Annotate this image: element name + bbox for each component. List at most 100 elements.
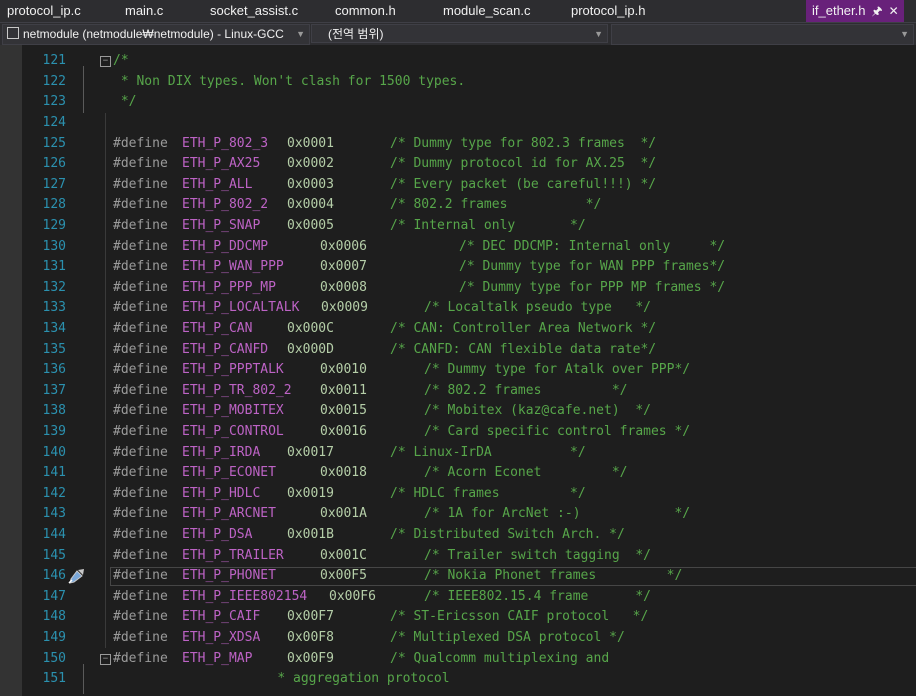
define-keyword: #define [113, 217, 168, 233]
line-number: 123 [42, 94, 66, 110]
code-line[interactable]: 148 #define ETH_P_CAIF 0x00F7 /* ST-Ericsson… [22, 607, 916, 628]
code-line[interactable]: 147 #define ETH_P_IEEE802154 0x00F6 /* IEEE8… [22, 587, 916, 608]
macro-value: 0x0018 [320, 465, 367, 481]
macro-name: ETH_P_PPP_MP [182, 279, 276, 295]
quick-actions-brush-icon[interactable] [66, 568, 86, 584]
macro-value: 0x0003 [287, 176, 334, 192]
code-line[interactable]: 133 #define ETH_P_LOCALTALK 0x0009 /* Localt… [22, 298, 916, 319]
code-line[interactable]: 132 #define ETH_P_PPP_MP 0x0008 /* Dummy typ… [22, 278, 916, 299]
fold-guide [83, 663, 84, 695]
tab-module-scan-c[interactable]: module_scan.c [443, 0, 530, 22]
define-keyword: #define [113, 279, 168, 295]
macro-name: ETH_P_WAN_PPP [182, 259, 284, 275]
code-line[interactable]: 134 #define ETH_P_CAN 0x000C /* CAN: Control… [22, 319, 916, 340]
navigation-bar: netmodule (netmodule₩netmodule) - Linux-… [0, 22, 916, 46]
tab-main-c[interactable]: main.c [125, 0, 163, 22]
comment-text: /* Acorn Econet */ [424, 465, 628, 481]
pin-icon[interactable]: 🖈 [872, 0, 883, 22]
line-number: 144 [42, 526, 66, 542]
code-line[interactable]: 140 #define ETH_P_IRDA 0x0017 /* Linux-IrDA … [22, 443, 916, 464]
code-line[interactable]: 151 * aggregation protocol [22, 669, 916, 690]
macro-name: ETH_P_SNAP [182, 217, 261, 233]
code-line[interactable]: 146 #define ETH_P_PHONET 0x00F5 /* Nokia Pho… [22, 566, 916, 587]
line-number: 143 [42, 506, 66, 522]
tab-protocol-ip-c[interactable]: protocol_ip.c [7, 0, 81, 22]
define-keyword: #define [113, 568, 168, 584]
code-line[interactable]: 137 #define ETH_P_TR_802_2 0x0011 /* 802.2 f… [22, 381, 916, 402]
comment-text: /* Mobitex (kaz@cafe.net) */ [424, 403, 651, 419]
line-number: 134 [42, 320, 66, 336]
code-line[interactable]: 136 #define ETH_P_PPPTALK 0x0010 /* Dummy ty… [22, 360, 916, 381]
close-icon[interactable]: ✕ [889, 0, 899, 22]
macro-name: ETH_P_TR_802_2 [182, 382, 292, 398]
comment-text: /* [113, 53, 129, 69]
macro-name: ETH_P_CAIF [182, 609, 261, 625]
comment-text: /* 1A for ArcNet :-) */ [424, 506, 691, 522]
tab-socket-assist-c[interactable]: socket_assist.c [210, 0, 298, 22]
line-number: 137 [42, 382, 66, 398]
member-dropdown[interactable]: ▼ [611, 24, 914, 45]
code-line[interactable]: 129 #define ETH_P_SNAP 0x0005 /* Internal on… [22, 216, 916, 237]
code-line[interactable]: 143 #define ETH_P_ARCNET 0x001A /* 1A for Ar… [22, 504, 916, 525]
code-line[interactable]: 126 #define ETH_P_AX25 0x0002 /* Dummy proto… [22, 154, 916, 175]
code-line[interactable]: 135 #define ETH_P_CANFD 0x000D /* CANFD: CAN… [22, 340, 916, 361]
scope-dropdown[interactable]: (전역 범위) ▼ [311, 24, 608, 43]
comment-text: /* CANFD: CAN flexible data rate*/ [390, 341, 657, 357]
code-line[interactable]: 122 * Non DIX types. Won't clash for 150… [22, 72, 916, 93]
line-number: 141 [42, 465, 66, 481]
line-number: 149 [42, 629, 66, 645]
code-line[interactable]: 149 #define ETH_P_XDSA 0x00F8 /* Multiplexed… [22, 628, 916, 649]
code-line[interactable]: 128 #define ETH_P_802_2 0x0004 /* 802.2 fram… [22, 195, 916, 216]
code-line[interactable]: 130 #define ETH_P_DDCMP 0x0006 /* DEC DDCMP:… [22, 237, 916, 258]
macro-value: 0x0005 [287, 217, 334, 233]
macro-name: ETH_P_TRAILER [182, 547, 284, 563]
define-keyword: #define [113, 650, 168, 666]
comment-text: /* Dummy type for PPP MP frames */ [459, 279, 726, 295]
code-line[interactable]: 123 */ [22, 92, 916, 113]
collapse-icon[interactable]: − [100, 56, 111, 68]
line-number: 125 [42, 135, 66, 151]
comment-text: /* Localtalk pseudo type */ [424, 300, 651, 316]
macro-name: ETH_P_802_2 [182, 197, 269, 213]
line-number: 146 [42, 568, 66, 584]
define-keyword: #define [113, 526, 168, 542]
code-line[interactable]: 150 #define ETH_P_MAP 0x00F9 /* Qualcomm mul… [22, 649, 916, 670]
define-keyword: #define [113, 588, 168, 604]
macro-name: ETH_P_802_3 [182, 135, 269, 151]
tab-protocol-ip-h[interactable]: protocol_ip.h [571, 0, 645, 22]
macro-value: 0x00F5 [320, 568, 367, 584]
macro-name: ETH_P_ECONET [182, 465, 276, 481]
collapse-icon[interactable]: − [100, 653, 111, 665]
code-line[interactable]: 138 #define ETH_P_MOBITEX 0x0015 /* Mobitex … [22, 401, 916, 422]
project-dropdown[interactable]: netmodule (netmodule₩netmodule) - Linux-… [2, 24, 310, 45]
tab-common-h[interactable]: common.h [335, 0, 396, 22]
macro-name: ETH_P_IRDA [182, 444, 261, 460]
code-line[interactable]: 144 #define ETH_P_DSA 0x001B /* Distributed … [22, 525, 916, 546]
macro-name: ETH_P_MAP [182, 650, 253, 666]
macro-value: 0x0011 [320, 382, 367, 398]
line-number: 140 [42, 444, 66, 460]
code-line[interactable]: 139 #define ETH_P_CONTROL 0x0016 /* Card spe… [22, 422, 916, 443]
line-number: 127 [42, 176, 66, 192]
code-line[interactable]: 121 /* − [22, 51, 916, 72]
code-line[interactable]: 145 #define ETH_P_TRAILER 0x001C /* Trailer … [22, 546, 916, 567]
define-keyword: #define [113, 238, 168, 254]
code-line[interactable]: 124 [22, 113, 916, 134]
line-number: 151 [42, 671, 66, 687]
code-line[interactable]: 131 #define ETH_P_WAN_PPP 0x0007 /* Dummy ty… [22, 257, 916, 278]
code-line[interactable]: 127 #define ETH_P_ALL 0x0003 /* Every packet… [22, 175, 916, 196]
define-keyword: #define [113, 423, 168, 439]
macro-value: 0x0010 [320, 362, 367, 378]
code-line[interactable]: 125 #define ETH_P_802_3 0x0001 /* Dummy type… [22, 134, 916, 155]
code-line[interactable]: 142 #define ETH_P_HDLC 0x0019 /* HDLC frames… [22, 484, 916, 505]
tab-if-ether-h[interactable]: if_ether.h 🖈 ✕ [806, 0, 904, 22]
line-number: 129 [42, 217, 66, 233]
code-editor[interactable]: 120121/*−122 * Non DIX types. Won't clas… [0, 45, 916, 696]
comment-text: /* Dummy type for WAN PPP frames*/ [459, 259, 726, 275]
comment-text: /* Linux-IrDA */ [390, 444, 586, 460]
code-line[interactable]: 141 #define ETH_P_ECONET 0x0018 /* Acorn Eco… [22, 463, 916, 484]
comment-text: /* Trailer switch tagging */ [424, 547, 651, 563]
document-tab-bar: protocol_ip.c main.c socket_assist.c com… [0, 0, 916, 22]
tab-label: if_ether.h [812, 3, 866, 18]
line-number: 147 [42, 588, 66, 604]
